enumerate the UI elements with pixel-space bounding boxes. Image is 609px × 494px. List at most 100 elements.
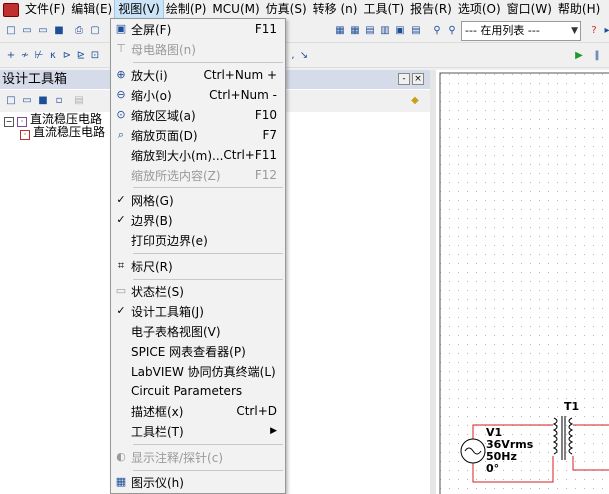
open-sample-icon[interactable]: ▭ <box>36 24 50 38</box>
save-icon[interactable]: ■ <box>52 24 66 38</box>
source-icon[interactable]: + <box>4 49 18 63</box>
new-file-icon[interactable]: □ <box>4 24 18 38</box>
postprocessor-icon[interactable]: ▥ <box>378 24 392 38</box>
menu-item-show-comment-probe[interactable]: ◐ 显示注释/探针(c) <box>113 447 283 467</box>
menu-mcu[interactable]: MCU(M) <box>209 0 262 19</box>
collapse-icon[interactable]: − <box>4 117 14 127</box>
menu-item-zoom-area[interactable]: ⊙ 缩放区域(a) F10 <box>113 105 283 125</box>
tree-child-label: 直流稳压电路 <box>33 125 106 139</box>
transformer-primary <box>552 417 558 455</box>
cmos-icon[interactable]: ⊡ <box>88 49 102 63</box>
tree-root-label: 直流稳压电路 <box>30 112 103 126</box>
grapher-toolbar-icon[interactable]: ▦ <box>333 24 347 38</box>
menu-simulate[interactable]: 仿真(S) <box>263 0 310 19</box>
menu-item-ruler[interactable]: ⌗ 标尺(R) <box>113 256 283 276</box>
menu-item-spice-netlist-viewer[interactable]: SPICE 网表查看器(P) <box>113 341 283 361</box>
menu-item-zoom-to-size[interactable]: 缩放到大小(m)... Ctrl+F11 <box>113 145 283 165</box>
menu-item-zoom-in[interactable]: ⊕ 放大(i) Ctrl+Num + <box>113 65 283 85</box>
sheet-border <box>439 72 609 494</box>
menu-item-print-page-bounds[interactable]: 打印页边界(e) <box>113 230 283 250</box>
menu-options[interactable]: 选项(O) <box>455 0 504 19</box>
wire-out-bottom <box>572 456 609 471</box>
menu-item-design-toolbox[interactable]: ✓ 设计工具箱(J) <box>113 301 283 321</box>
menu-item-zoom-out[interactable]: ⊖ 缩小(o) Ctrl+Num - <box>113 85 283 105</box>
probe-icon[interactable]: ⚲ <box>445 24 459 38</box>
menu-item-circuit-parameters[interactable]: Circuit Parameters <box>113 381 283 401</box>
menu-tools[interactable]: 工具(T) <box>360 0 407 19</box>
pause-icon[interactable]: ‖ <box>590 49 604 63</box>
menu-item-zoom-selection[interactable]: 缩放所选内容(Z) F12 <box>113 165 283 185</box>
new-design-icon[interactable]: □ <box>4 94 18 108</box>
check-icon: ✓ <box>116 213 126 226</box>
schematic-icon: · <box>20 130 30 140</box>
spreadsheet-icon[interactable]: ▦ <box>348 24 362 38</box>
zoom-page-icon: ⌕ <box>117 128 125 141</box>
menu-item-border[interactable]: ✓ 边界(B) <box>113 210 283 230</box>
comment-probe-icon: ◐ <box>116 450 126 463</box>
menu-item-grapher[interactable]: ▦ 图示仪(h) <box>113 472 283 492</box>
source-name-label: V1 <box>486 426 503 439</box>
transistor-icon[interactable]: κ <box>46 49 60 63</box>
hierarchy-icon[interactable]: ▤ <box>72 94 86 108</box>
description-icon[interactable]: ▤ <box>409 24 423 38</box>
print-icon[interactable]: ⎙ <box>72 24 86 38</box>
source-voltage-label: 36Vrms <box>486 438 534 451</box>
menu-item-zoom-page[interactable]: ⌕ 缩放页面(D) F7 <box>113 125 283 145</box>
app-icon[interactable] <box>3 2 19 17</box>
wire-icon[interactable]: ↘ <box>297 49 311 63</box>
in-use-icon[interactable]: ⚲ <box>430 24 444 38</box>
menu-help[interactable]: 帮助(H) <box>555 0 603 19</box>
menu-window[interactable]: 窗口(W) <box>504 0 555 19</box>
menu-item-toolbars[interactable]: 工具栏(T) ▶ <box>113 421 283 441</box>
component-wizard-icon[interactable]: ▣ <box>393 24 407 38</box>
transformer-label: T1 <box>564 400 580 413</box>
zoom-out-icon: ⊖ <box>116 88 126 101</box>
menu-file[interactable]: 文件(F) <box>22 0 68 19</box>
menu-item-status-bar[interactable]: ▭ 状态栏(S) <box>113 281 283 301</box>
run-icon[interactable]: ▶ <box>572 49 586 63</box>
tree-root[interactable]: − · 直流稳压电路 <box>4 112 103 127</box>
open-design-icon[interactable]: ▭ <box>20 94 34 108</box>
menu-separator <box>133 62 283 63</box>
in-use-list-value: --- 在用列表 --- <box>465 24 540 37</box>
check-icon: ✓ <box>116 304 126 317</box>
database-icon[interactable]: ▤ <box>363 24 377 38</box>
basic-icon[interactable]: ≁ <box>18 49 32 63</box>
in-use-list-select[interactable]: --- 在用列表 --- ▼ <box>461 21 581 41</box>
open-file-icon[interactable]: ▭ <box>20 24 34 38</box>
save-design-icon[interactable]: ■ <box>36 94 50 108</box>
ttl-icon[interactable]: ⊵ <box>74 49 88 63</box>
menu-edit[interactable]: 编辑(E) <box>68 0 115 19</box>
menu-item-description-box[interactable]: 描述框(x) Ctrl+D <box>113 401 283 421</box>
menu-separator <box>133 444 283 445</box>
menu-place[interactable]: 绘制(P) <box>163 0 210 19</box>
ruler-icon: ⌗ <box>117 259 125 272</box>
menu-separator <box>133 470 283 471</box>
analog-icon[interactable]: ⊳ <box>60 49 74 63</box>
diode-icon[interactable]: ⊬ <box>32 49 46 63</box>
menu-item-labview-cosim[interactable]: LabVIEW 协同仿真终端(L) <box>113 361 283 381</box>
menu-transfer[interactable]: 转移 (n) <box>310 0 361 19</box>
fullscreen-icon: ▣ <box>115 22 127 35</box>
dock-icon[interactable]: - <box>398 73 410 85</box>
standard-toolbar: □ ▭ ▭ ■ ⎙ ▢ ▦ ▦ ▤ ▥ ▣ ▤ ⚲ ⚲ --- 在用列表 ---… <box>0 19 609 43</box>
menu-reports[interactable]: 报告(R) <box>407 0 455 19</box>
toolbar-overflow-icon[interactable]: ▸ <box>600 24 609 38</box>
view-menu-dropdown: ▣ 全屏(F) F11 ⊤ 母电路图(n) ⊕ 放大(i) Ctrl+Num + ⊖… <box>110 18 286 494</box>
design-toolbox-title-text: 设计工具箱 <box>2 72 68 87</box>
menu-view[interactable]: 视图(V) <box>114 0 164 20</box>
print-preview-icon[interactable]: ▢ <box>88 24 102 38</box>
source-phase-label: 0° <box>486 462 500 475</box>
menu-item-parent-sheet[interactable]: ⊤ 母电路图(n) <box>113 39 283 59</box>
menu-item-fullscreen[interactable]: ▣ 全屏(F) F11 <box>113 19 283 39</box>
menu-bar: 文件(F) 编辑(E) 视图(V) 绘制(P) MCU(M) 仿真(S) 转移 … <box>0 0 609 20</box>
design-view-icon[interactable]: ◆ <box>408 94 422 108</box>
close-icon[interactable]: × <box>412 73 424 85</box>
menu-item-grid[interactable]: ✓ 网格(G) <box>113 190 283 210</box>
circuit-drawing <box>439 72 609 494</box>
close-design-icon[interactable]: ▫ <box>52 94 66 108</box>
tree-child[interactable]: · 直流稳压电路 <box>20 125 106 140</box>
schematic-canvas[interactable]: T1 V1 36Vrms 50Hz 0° <box>430 70 609 494</box>
menu-item-spreadsheet-view[interactable]: 电子表格视图(V) <box>113 321 283 341</box>
help-pointer-icon[interactable]: ? <box>587 24 601 38</box>
